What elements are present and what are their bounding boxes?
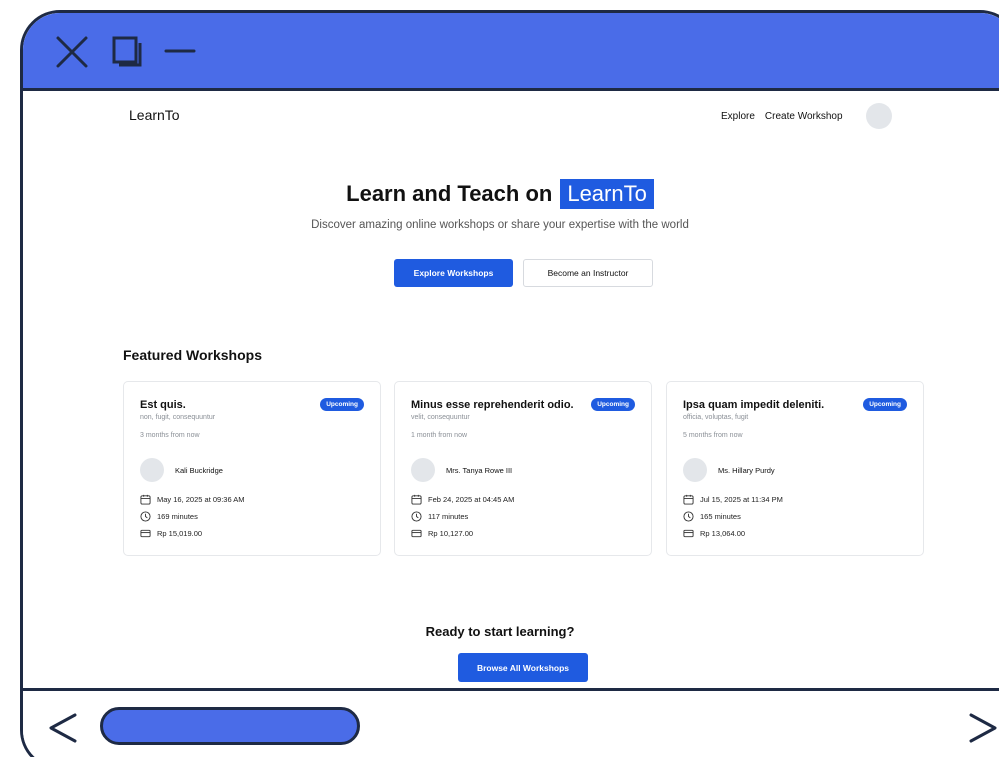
hero-subtitle: Discover amazing online workshops or sha…	[311, 219, 689, 231]
hero-title: Learn and Teach on LearnTo	[346, 179, 654, 209]
workshop-duration: 165 minutes	[700, 512, 741, 521]
nav-links: Explore Create Workshop	[721, 111, 843, 122]
status-badge: Upcoming	[863, 398, 907, 411]
hero-title-text: Learn and Teach on	[346, 181, 553, 206]
credit-card-icon	[140, 528, 151, 539]
brand-logo[interactable]: LearnTo	[129, 107, 180, 123]
workshop-tags: non, fugit, consequuntur	[140, 414, 216, 421]
page-content: LearnTo Explore Create Workshop Learn an…	[23, 91, 999, 688]
workshop-price: Rp 10,127.00	[428, 529, 474, 538]
status-badge: Upcoming	[320, 398, 364, 411]
instructor-avatar	[140, 458, 164, 482]
workshop-date: Feb 24, 2025 at 04:45 AM	[428, 495, 515, 504]
workshop-date-row: May 16, 2025 at 09:36 AM	[140, 494, 245, 505]
instructor-name: Kali Buckridge	[175, 466, 223, 475]
back-arrow-icon[interactable]	[45, 711, 81, 750]
workshop-title[interactable]: Est quis.	[140, 399, 186, 411]
explore-workshops-button[interactable]: Explore Workshops	[394, 259, 513, 287]
workshop-relative-time: 1 month from now	[411, 432, 468, 439]
browser-window: LearnTo Explore Create Workshop Learn an…	[20, 10, 999, 757]
hero-section: Learn and Teach on LearnTo Discover amaz…	[23, 179, 999, 231]
browse-all-workshops-button[interactable]: Browse All Workshops	[458, 653, 588, 682]
close-icon[interactable]	[55, 35, 89, 74]
workshop-duration: 117 minutes	[428, 512, 469, 521]
workshop-date-row: Feb 24, 2025 at 04:45 AM	[411, 494, 514, 505]
horizontal-scrollbar-thumb[interactable]	[100, 707, 360, 745]
become-instructor-button[interactable]: Become an Instructor	[523, 259, 653, 287]
workshop-title[interactable]: Minus esse reprehenderit odio.	[411, 399, 574, 411]
credit-card-icon	[411, 528, 422, 539]
instructor-avatar	[411, 458, 435, 482]
minimize-icon[interactable]	[163, 35, 197, 74]
workshop-card[interactable]: Est quis. Upcoming non, fugit, consequun…	[123, 381, 381, 556]
calendar-icon	[683, 494, 694, 505]
workshop-title[interactable]: Ipsa quam impedit deleniti.	[683, 399, 824, 411]
workshop-tags: velit, consequuntur	[411, 414, 470, 421]
nav-link-create-workshop[interactable]: Create Workshop	[765, 111, 843, 122]
workshop-date: May 16, 2025 at 09:36 AM	[157, 495, 245, 504]
workshop-price: Rp 13,064.00	[700, 529, 746, 538]
forward-arrow-icon[interactable]	[965, 711, 999, 750]
workshop-duration-row: 169 minutes	[140, 511, 198, 522]
workshop-tags: officia, voluptas, fugit	[683, 414, 749, 421]
workshop-price-row: Rp 13,064.00	[683, 528, 745, 539]
calendar-icon	[140, 494, 151, 505]
credit-card-icon	[683, 528, 694, 539]
workshop-relative-time: 3 months from now	[140, 432, 200, 439]
window-bottombar	[23, 688, 999, 757]
status-badge: Upcoming	[591, 398, 635, 411]
workshop-price-row: Rp 15,019.00	[140, 528, 202, 539]
clock-icon	[140, 511, 151, 522]
workshop-duration-row: 117 minutes	[411, 511, 468, 522]
cta-heading: Ready to start learning?	[425, 624, 575, 639]
workshop-card[interactable]: Ipsa quam impedit deleniti. Upcoming off…	[666, 381, 924, 556]
workshop-duration: 169 minutes	[157, 512, 198, 521]
nav-link-explore[interactable]: Explore	[721, 111, 755, 122]
maximize-icon[interactable]	[111, 35, 145, 74]
workshop-date-row: Jul 15, 2025 at 11:34 PM	[683, 494, 783, 505]
user-avatar[interactable]	[866, 103, 892, 129]
clock-icon	[411, 511, 422, 522]
instructor-avatar	[683, 458, 707, 482]
hero-title-brand: LearnTo	[560, 179, 654, 209]
workshop-relative-time: 5 months from now	[683, 432, 743, 439]
featured-workshops-heading: Featured Workshops	[123, 347, 262, 363]
instructor-name: Ms. Hillary Purdy	[718, 466, 775, 475]
workshop-price-row: Rp 10,127.00	[411, 528, 473, 539]
workshop-card[interactable]: Minus esse reprehenderit odio. Upcoming …	[394, 381, 652, 556]
window-titlebar	[23, 13, 999, 91]
instructor-name: Mrs. Tanya Rowe III	[446, 466, 513, 475]
workshop-duration-row: 165 minutes	[683, 511, 741, 522]
calendar-icon	[411, 494, 422, 505]
workshop-price: Rp 15,019.00	[157, 529, 203, 538]
top-navbar: LearnTo Explore Create Workshop	[23, 91, 999, 143]
clock-icon	[683, 511, 694, 522]
workshop-date: Jul 15, 2025 at 11:34 PM	[700, 495, 783, 504]
